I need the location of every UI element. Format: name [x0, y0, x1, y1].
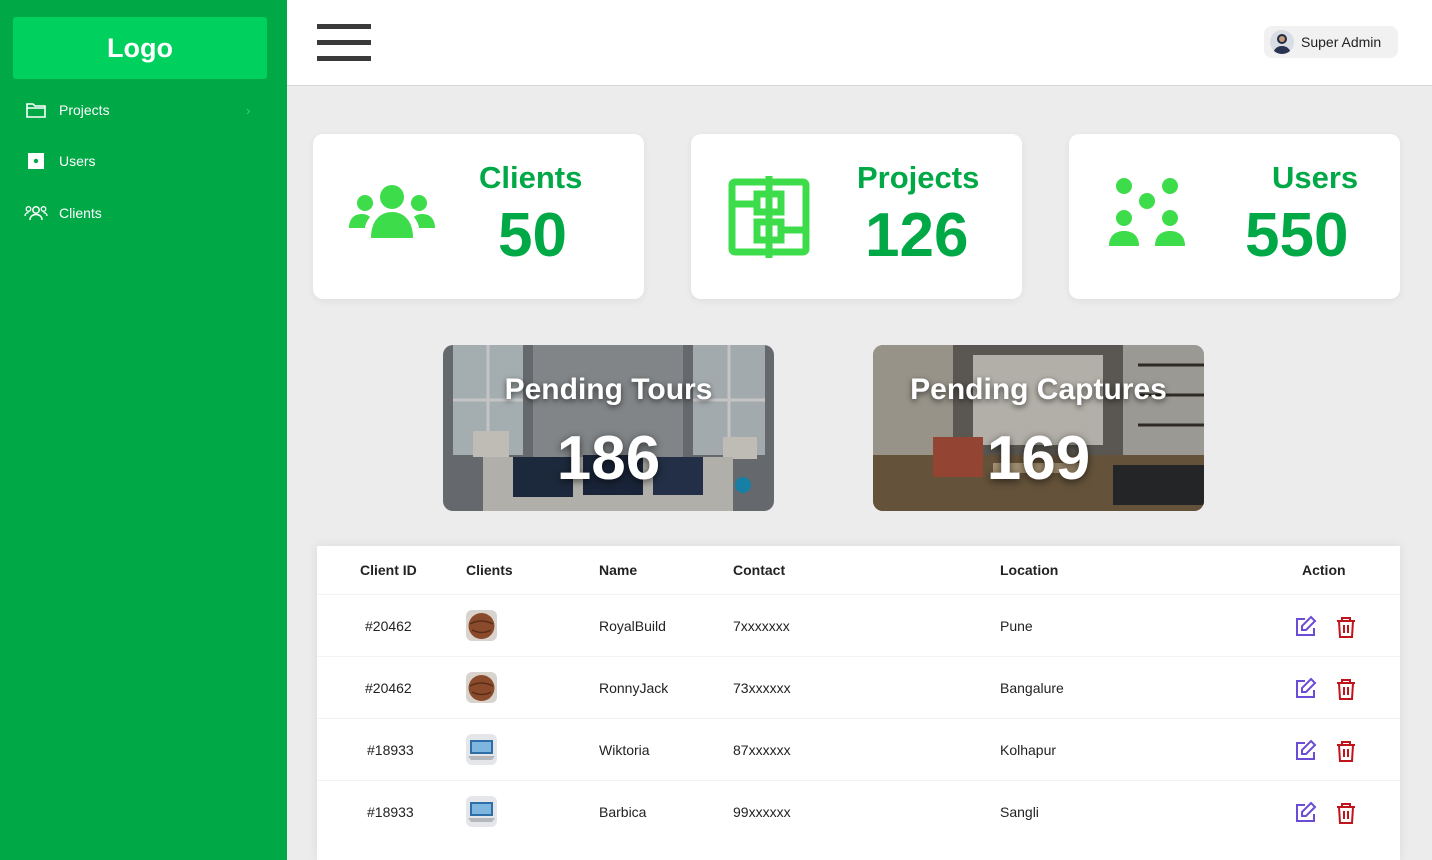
people-icon	[24, 203, 48, 223]
sidebar-item-clients[interactable]: Clients	[0, 196, 287, 230]
chevron-right-icon: ›	[246, 102, 251, 118]
sidebar-item-users[interactable]: Users	[0, 144, 287, 178]
stat-card-clients[interactable]: Clients 50	[313, 134, 644, 299]
stat-card-projects[interactable]: Projects 126	[691, 134, 1022, 299]
client-thumbnail	[466, 672, 497, 703]
client-location: Pune	[1000, 618, 1033, 634]
client-location: Kolhapur	[1000, 742, 1057, 758]
stat-title: Projects	[857, 160, 980, 195]
table-row[interactable]: #20462 RonnyJack 73xxxxxx Bangalure	[317, 656, 1400, 718]
group-icon	[349, 184, 435, 245]
table-row[interactable]: #20462 RoyalBuild 7xxxxxxx Pune	[317, 594, 1400, 656]
table-row[interactable]: #18933 Barbica 99xxxxxx Sangli	[317, 780, 1400, 842]
delete-icon[interactable]	[1334, 801, 1358, 825]
user-menu[interactable]: Super Admin	[1264, 26, 1398, 58]
sidebar: Logo Projects › Users Clients	[0, 0, 287, 860]
client-location: Sangli	[1000, 804, 1039, 820]
folder-icon	[24, 100, 48, 120]
stat-value: 50	[498, 201, 567, 270]
client-id: #20462	[365, 680, 412, 696]
edit-icon[interactable]	[1294, 615, 1318, 639]
menu-icon[interactable]	[317, 24, 371, 62]
client-name: Barbica	[599, 804, 647, 820]
logo[interactable]: Logo	[13, 17, 267, 79]
client-id: #18933	[367, 804, 414, 820]
stat-card-users[interactable]: Users 550	[1069, 134, 1400, 299]
photo-card-title: Pending Tours	[504, 373, 713, 406]
photo-card-value: 169	[986, 424, 1091, 493]
avatar	[1270, 30, 1294, 54]
client-contact: 87xxxxxx	[733, 742, 791, 758]
stat-title: Users	[1272, 160, 1359, 195]
pending-captures-card[interactable]: Pending Captures 169	[873, 345, 1204, 511]
client-id: #18933	[367, 742, 414, 758]
pending-tours-card[interactable]: Pending Tours 186	[443, 345, 774, 511]
client-name: RonnyJack	[599, 680, 669, 696]
delete-icon[interactable]	[1334, 615, 1358, 639]
client-contact: 73xxxxxx	[733, 680, 791, 696]
edit-icon[interactable]	[1294, 677, 1318, 701]
column-header-action: Action	[1302, 562, 1346, 578]
client-id: #20462	[365, 618, 412, 634]
sidebar-item-projects[interactable]: Projects ›	[0, 93, 287, 127]
blueprint-icon	[727, 174, 811, 265]
users-grid-icon	[1107, 176, 1187, 255]
delete-icon[interactable]	[1334, 677, 1358, 701]
column-header-clients[interactable]: Clients	[466, 562, 513, 578]
stat-value: 550	[1245, 201, 1349, 270]
delete-icon[interactable]	[1334, 739, 1358, 763]
photo-card-title: Pending Captures	[910, 373, 1167, 406]
clients-table: Client ID Clients Name Contact Location …	[317, 546, 1400, 860]
client-location: Bangalure	[1000, 680, 1064, 696]
user-square-icon	[24, 151, 48, 171]
edit-icon[interactable]	[1294, 739, 1318, 763]
sidebar-item-label: Clients	[59, 205, 102, 221]
client-contact: 7xxxxxxx	[733, 618, 790, 634]
client-thumbnail	[466, 734, 497, 765]
stat-value: 126	[865, 201, 969, 270]
column-header-location[interactable]: Location	[1000, 562, 1058, 578]
sidebar-item-label: Projects	[59, 102, 110, 118]
client-thumbnail	[466, 610, 497, 641]
table-row[interactable]: #18933 Wiktoria 87xxxxxx Kolhapur	[317, 718, 1400, 780]
column-header-name[interactable]: Name	[599, 562, 637, 578]
column-header-client-id[interactable]: Client ID	[360, 562, 417, 578]
client-thumbnail	[466, 796, 497, 827]
user-name: Super Admin	[1301, 34, 1382, 50]
edit-icon[interactable]	[1294, 801, 1318, 825]
client-contact: 99xxxxxx	[733, 804, 791, 820]
photo-card-value: 186	[556, 424, 661, 493]
sidebar-item-label: Users	[59, 153, 96, 169]
client-name: Wiktoria	[599, 742, 650, 758]
top-header: Super Admin	[287, 0, 1432, 86]
stat-title: Clients	[479, 160, 583, 195]
client-name: RoyalBuild	[599, 618, 666, 634]
column-header-contact[interactable]: Contact	[733, 562, 785, 578]
